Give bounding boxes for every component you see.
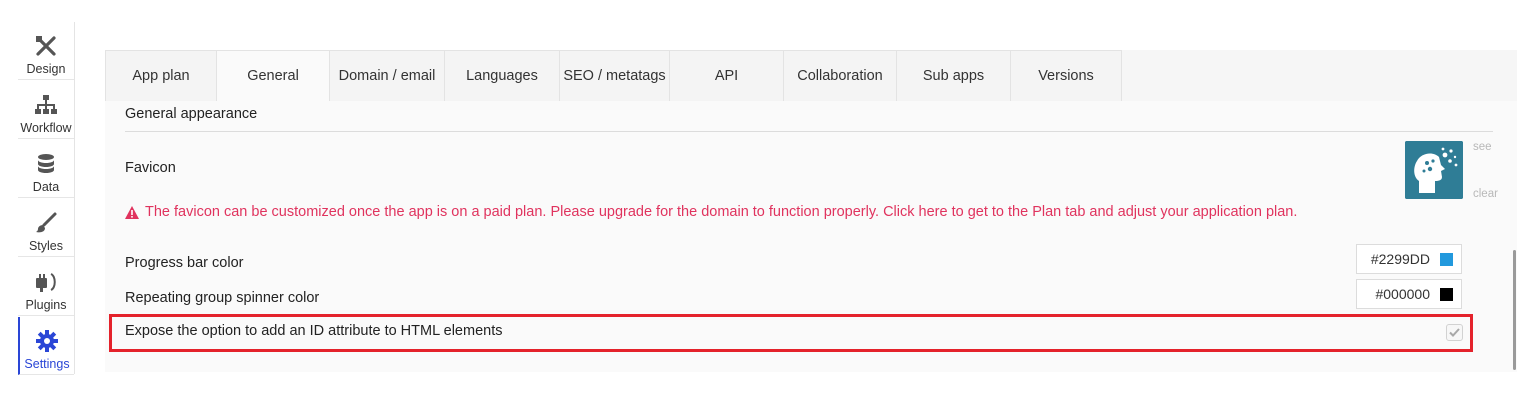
spinner-color-value: #000000	[1375, 286, 1430, 302]
tab-app-plan[interactable]: App plan	[105, 50, 217, 101]
spinner-color-label: Repeating group spinner color	[125, 290, 320, 306]
gear-icon	[35, 329, 59, 353]
settings-tabs: App plan General Domain / email Language…	[105, 50, 1122, 101]
brush-icon	[34, 211, 58, 235]
plug-icon	[34, 270, 58, 294]
tab-domain-email[interactable]: Domain / email	[330, 50, 445, 101]
design-tools-icon	[34, 34, 58, 58]
spinner-color-swatch	[1440, 287, 1453, 301]
progress-bar-color-swatch	[1440, 252, 1453, 266]
left-sidebar: Design Workflow Data Styles Plugins Sett…	[18, 22, 75, 375]
sidebar-item-label: Design	[26, 62, 66, 76]
favicon-label: Favicon	[125, 160, 176, 176]
workflow-icon	[34, 93, 58, 117]
progress-bar-color-value: #2299DD	[1370, 251, 1430, 267]
sidebar-item-label: Settings	[24, 357, 70, 371]
sidebar-item-label: Workflow	[20, 121, 72, 135]
sidebar-item-settings[interactable]: Settings	[18, 317, 74, 375]
tab-versions[interactable]: Versions	[1011, 50, 1122, 101]
progress-bar-color-input[interactable]: #2299DD	[1356, 244, 1462, 274]
tab-general[interactable]: General	[217, 50, 330, 101]
favicon-see-link[interactable]: see	[1473, 141, 1492, 153]
tab-languages[interactable]: Languages	[445, 50, 560, 101]
favicon-preview[interactable]	[1405, 141, 1463, 199]
tab-api[interactable]: API	[670, 50, 784, 101]
progress-bar-color-label: Progress bar color	[125, 255, 244, 271]
highlight-box	[109, 314, 1473, 352]
warning-triangle-icon	[125, 205, 139, 219]
sidebar-item-label: Plugins	[25, 298, 67, 312]
warning-text: The favicon can be customized once the a…	[145, 204, 1298, 220]
sidebar-item-label: Data	[32, 180, 60, 194]
favicon-clear-link[interactable]: clear	[1473, 188, 1498, 200]
database-icon	[34, 152, 58, 176]
sidebar-item-design[interactable]: Design	[18, 22, 74, 80]
tab-seo-metatags[interactable]: SEO / metatags	[560, 50, 670, 101]
tab-collaboration[interactable]: Collaboration	[784, 50, 897, 101]
sidebar-item-workflow[interactable]: Workflow	[18, 81, 74, 139]
section-title: General appearance	[125, 106, 258, 122]
brain-head-icon	[1405, 141, 1463, 199]
sidebar-item-styles[interactable]: Styles	[18, 199, 74, 257]
scrollbar[interactable]	[1513, 250, 1516, 370]
sidebar-item-data[interactable]: Data	[18, 140, 74, 198]
sidebar-item-plugins[interactable]: Plugins	[18, 258, 74, 316]
spinner-color-input[interactable]: #000000	[1356, 279, 1462, 309]
section-divider	[125, 131, 1493, 132]
tab-sub-apps[interactable]: Sub apps	[897, 50, 1011, 101]
sidebar-item-label: Styles	[28, 239, 64, 253]
favicon-warning[interactable]: The favicon can be customized once the a…	[125, 204, 1297, 220]
